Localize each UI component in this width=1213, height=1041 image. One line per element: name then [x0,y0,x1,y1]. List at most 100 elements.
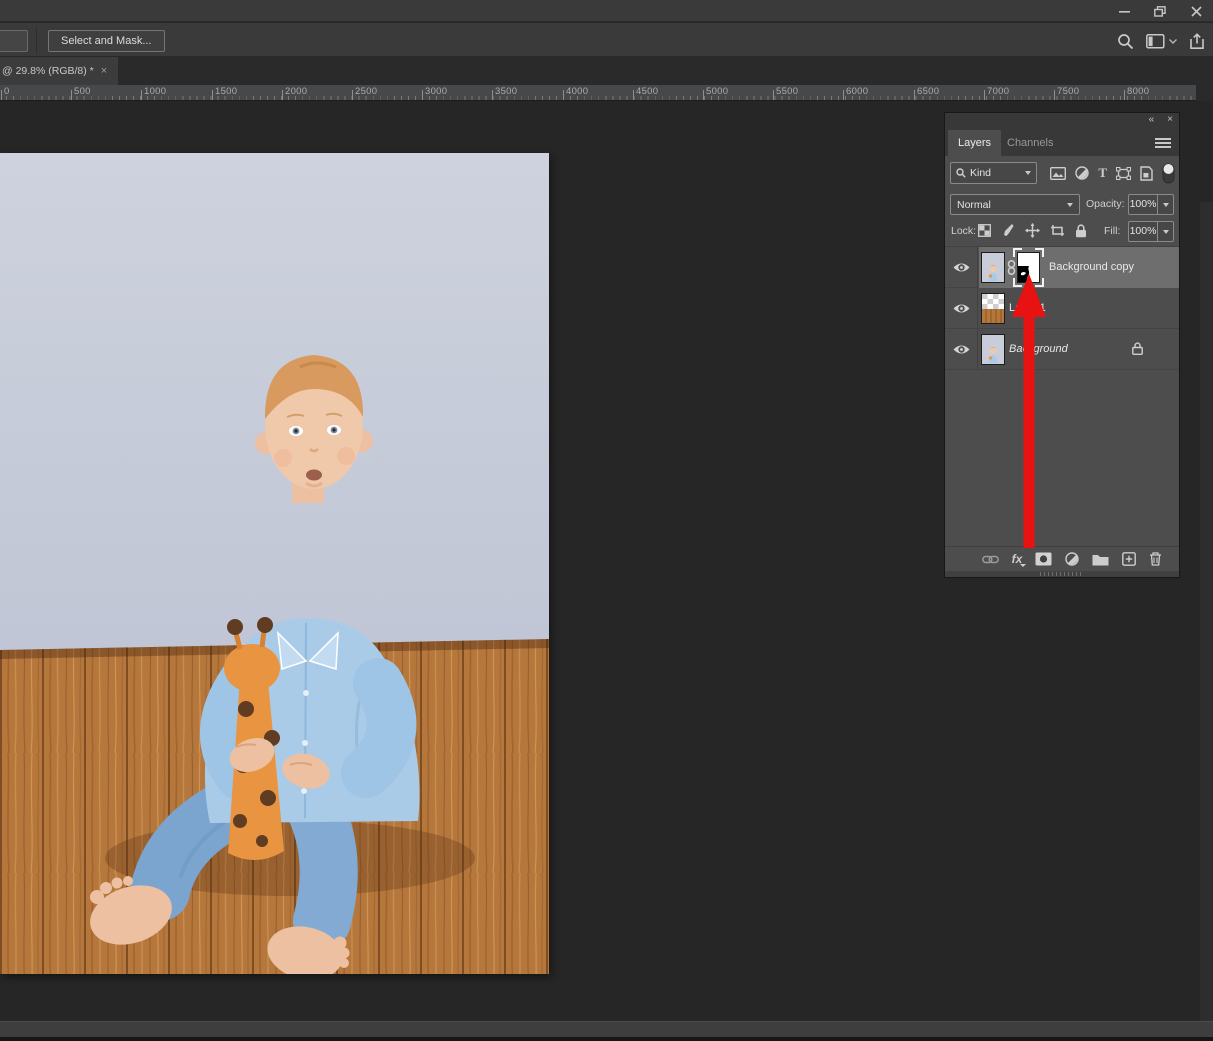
adjustment-filter-icon[interactable] [1075,166,1090,180]
ruler-major-tick [1124,90,1125,100]
search-icon[interactable] [1117,33,1134,50]
document-tab-bar: @ 29.8% (RGB/8) * × [0,57,1213,85]
search-icon [956,168,966,178]
ruler-major-tick [282,90,283,100]
eye-icon [953,345,969,354]
ruler-major-tick [1054,90,1055,100]
layer-thumbnail[interactable] [981,252,1005,283]
layer-thumbnail[interactable] [981,334,1005,365]
shape-filter-icon[interactable] [1116,166,1131,180]
add-mask-icon[interactable] [1035,552,1052,566]
workspace-icon[interactable] [1146,33,1177,49]
delete-icon[interactable] [1149,552,1162,566]
select-and-mask-button[interactable]: Select and Mask... [48,30,165,52]
filter-kind-label: Kind [970,167,992,179]
ruler-label: 4000 [566,86,589,97]
ruler-major-tick [71,90,72,100]
tab-channels[interactable]: Channels [997,130,1063,156]
layer-thumbnail[interactable] [981,293,1005,324]
document-photo[interactable] [0,153,549,974]
layer-lock-icon [1132,342,1143,355]
layer-row-background-copy[interactable]: Background copy [945,247,1179,288]
collapse-panel-icon[interactable]: « [1149,114,1155,125]
opacity-value[interactable]: 100% [1128,194,1158,215]
fill-value[interactable]: 100% [1128,221,1158,242]
close-icon [1190,5,1202,17]
link-icon[interactable] [981,555,999,564]
ruler-major-tick [914,90,915,100]
eye-icon [953,304,969,313]
document-tab[interactable]: @ 29.8% (RGB/8) * × [0,57,118,85]
ruler-label: 3500 [495,86,518,97]
title-bar [0,0,1213,22]
layer-name[interactable]: Background [1009,343,1068,355]
mask-selection-brackets [1013,248,1044,287]
opacity-dropdown[interactable] [1158,194,1174,215]
restore-icon [1154,5,1166,17]
ruler-label: 2500 [355,86,378,97]
blend-row: Normal Opacity: 100% [945,192,1179,218]
lock-all-icon[interactable] [1075,223,1087,238]
layer-style-button[interactable]: fx [1012,552,1026,567]
layer-name[interactable]: Layer 1 [1009,302,1046,314]
layer-list: Background copy Layer 1 Background [945,246,1179,370]
layer-row-background[interactable]: Background [945,329,1179,370]
layers-panel: « × Layers Channels Kind T Normal Opacit… [944,112,1180,578]
tab-layers[interactable]: Layers [948,130,1002,156]
fill-dropdown[interactable] [1158,221,1174,242]
ruler-major-tick [352,90,353,100]
ruler-label: 1500 [215,86,238,97]
opacity-label: Opacity: [1086,198,1125,210]
layer-row-layer-1[interactable]: Layer 1 [945,288,1179,329]
ruler-label: 0 [4,86,10,97]
ruler-major-tick [492,90,493,100]
type-filter-icon[interactable]: T [1098,165,1107,181]
visibility-toggle[interactable] [945,288,978,329]
filter-toggle[interactable] [1162,163,1175,184]
ruler-major-tick [773,90,774,100]
group-folder-icon[interactable] [1092,553,1109,566]
lock-transparency-icon[interactable] [978,224,991,237]
lock-row: Lock: Fill: 100% [945,221,1179,245]
lock-position-icon[interactable] [1025,223,1040,238]
panel-menu-icon[interactable] [1155,138,1171,148]
eye-icon [953,263,969,272]
panel-resize-grip[interactable] [945,571,1179,577]
lock-artboard-icon[interactable] [1050,224,1065,237]
window-bottom-edge [0,1037,1213,1041]
adjustment-icon[interactable] [1065,552,1080,566]
lock-pixels-icon[interactable] [1001,223,1015,238]
new-layer-icon[interactable] [1122,552,1137,566]
divider [36,27,37,54]
restore-button[interactable] [1149,3,1171,19]
ruler-minor-ticks [0,96,1196,100]
ruler-label: 5000 [706,86,729,97]
ruler: 0 500 1000 1500 2000 2500 3000 3500 4000 4500 5000… [0,85,1196,101]
layer-name[interactable]: Background copy [1049,261,1134,273]
chevron-down-icon [1025,171,1031,175]
options-bar: Select and Mask... [0,23,1213,57]
ruler-label: 2000 [285,86,308,97]
ruler-major-tick [212,90,213,100]
image-filter-icon[interactable] [1050,166,1067,180]
ruler-label: 8000 [1127,86,1150,97]
ruler-major-tick [633,90,634,100]
tool-option-field[interactable] [0,30,28,52]
minimize-button[interactable] [1113,3,1135,19]
document-title: @ 29.8% (RGB/8) * [2,65,94,77]
panel-header: « × [945,113,1179,130]
ruler-major-tick [703,90,704,100]
smart-object-filter-icon[interactable] [1140,165,1153,181]
visibility-toggle[interactable] [945,329,978,370]
horizontal-scrollbar[interactable] [0,1021,1213,1037]
visibility-toggle[interactable] [945,247,978,288]
ruler-major-tick [141,90,142,100]
filter-kind-select[interactable]: Kind [950,162,1037,184]
ruler-label: 1000 [144,86,167,97]
blend-mode-select[interactable]: Normal [950,194,1080,215]
close-button[interactable] [1185,3,1207,19]
share-icon[interactable] [1189,32,1205,50]
tab-close-icon[interactable]: × [101,65,107,77]
ruler-label: 4500 [636,86,659,97]
close-panel-icon[interactable]: × [1167,114,1173,125]
